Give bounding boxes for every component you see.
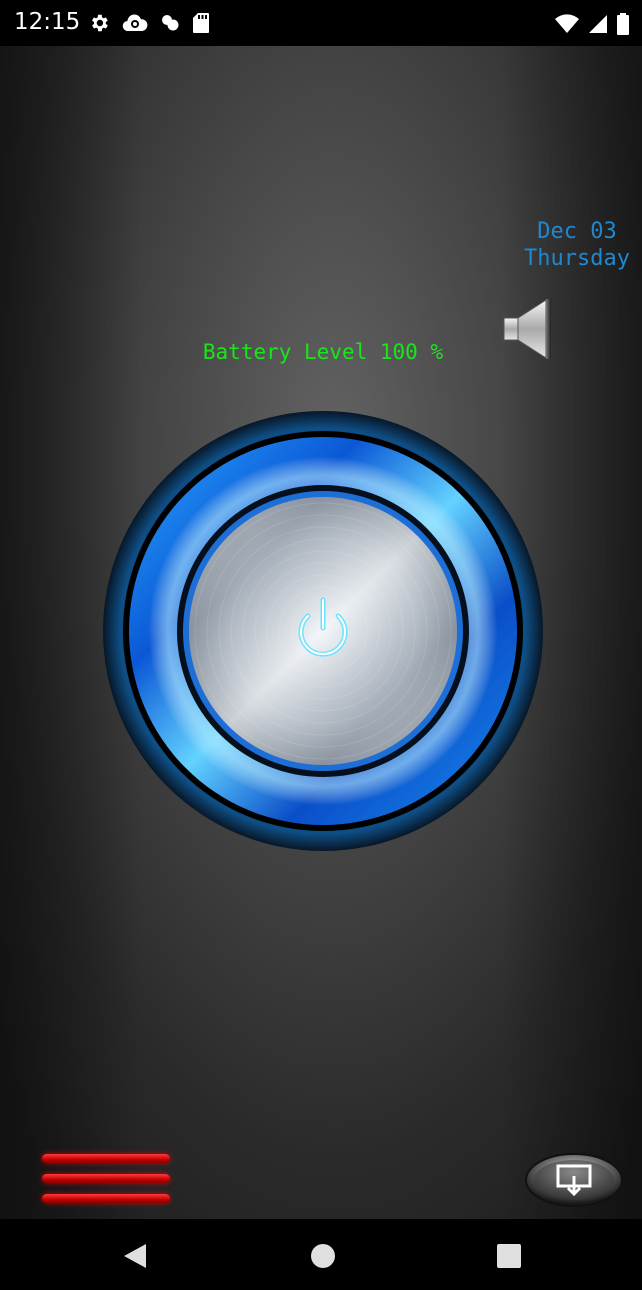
cell-signal-icon — [589, 15, 607, 33]
screen-cast-icon — [525, 1153, 623, 1207]
power-button-graphic — [103, 411, 543, 851]
app-main: Dec 03 Thursday Battery Level 100 % — [0, 46, 642, 1219]
home-icon — [311, 1244, 335, 1268]
sd-card-icon — [193, 13, 209, 33]
home-button[interactable] — [308, 1241, 338, 1271]
back-button[interactable] — [120, 1241, 150, 1271]
back-icon — [124, 1244, 146, 1268]
system-icons — [554, 12, 630, 36]
puzzle-icon — [162, 15, 179, 31]
battery-icon — [617, 13, 629, 35]
recents-icon — [497, 1244, 521, 1268]
screen-light-button[interactable] — [524, 1152, 624, 1208]
status-bar: 12:15 — [0, 0, 642, 46]
recents-button[interactable] — [494, 1241, 524, 1271]
notification-icons — [88, 12, 210, 34]
status-time: 12:15 — [14, 9, 81, 35]
menu-button[interactable] — [40, 1150, 174, 1208]
gear-icon — [92, 14, 108, 32]
cloud-icon — [122, 14, 148, 32]
battery-level-text: Battery Level 100 % — [202, 340, 444, 364]
date-display: Dec 03 Thursday — [524, 218, 630, 272]
date-month-day: Dec 03 — [537, 219, 617, 244]
system-nav-bar — [0, 1219, 642, 1290]
wifi-icon — [555, 14, 579, 33]
flashlight-power-button[interactable] — [102, 410, 544, 852]
date-weekday: Thursday — [524, 246, 630, 271]
